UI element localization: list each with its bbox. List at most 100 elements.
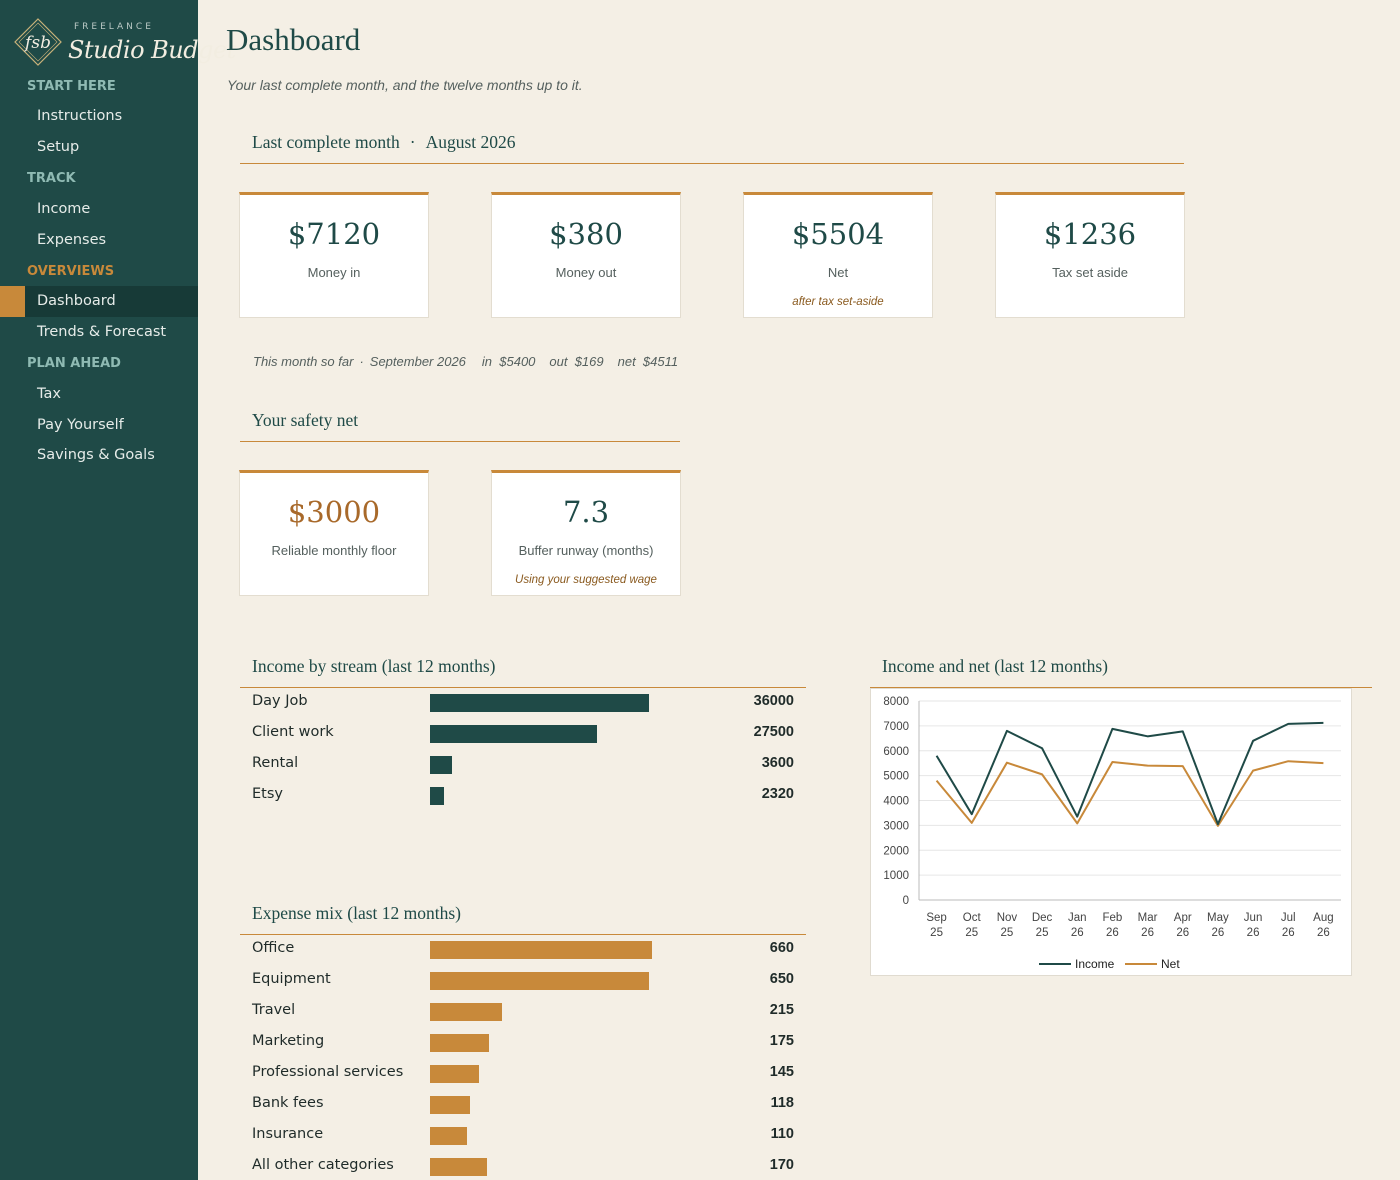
x-tick-label: Oct 25 bbox=[963, 912, 982, 939]
money-in-card: $7120 Money in bbox=[239, 192, 429, 318]
x-tick-label: Nov 25 bbox=[997, 912, 1018, 939]
tax-set-aside-value: $1236 bbox=[1043, 217, 1137, 251]
sidebar: fsb FREELANCE Studio Budget START HERE I… bbox=[0, 0, 236, 1180]
income-stream-name: Etsy bbox=[252, 786, 283, 802]
income-stream-row: Rental 3600 bbox=[240, 749, 806, 780]
expense-category-name: Equipment bbox=[252, 971, 331, 987]
last-month-heading-label: Last complete month bbox=[252, 132, 400, 152]
expense-category-value: 170 bbox=[769, 1157, 794, 1173]
so-far-month: September 2026 bbox=[369, 354, 466, 369]
safety-net-heading-label: Your safety net bbox=[252, 410, 359, 430]
income-stream-bar bbox=[430, 787, 445, 805]
brand-tagline: FREELANCE bbox=[74, 22, 154, 32]
expense-category-bar bbox=[430, 1034, 489, 1052]
net-label: Net bbox=[827, 265, 849, 280]
nav-item-pay-yourself[interactable]: Pay Yourself bbox=[0, 410, 198, 441]
nav-item-tax[interactable]: Tax bbox=[0, 379, 198, 410]
x-tick-label: Jun 26 bbox=[1244, 912, 1263, 939]
expense-category-value: 660 bbox=[769, 940, 794, 956]
last-month-heading: Last complete month · August 2026 bbox=[240, 132, 1184, 164]
expense-category-name: Professional services bbox=[252, 1064, 404, 1080]
last-month-heading-month: August 2026 bbox=[425, 132, 516, 152]
net-value: $5504 bbox=[791, 217, 885, 251]
expense-category-name: Marketing bbox=[252, 1033, 325, 1049]
expense-category-bar bbox=[430, 1158, 488, 1176]
income-stream-heading-label: Income by stream (last 12 months) bbox=[252, 656, 496, 676]
expense-category-row: Office 660 bbox=[240, 934, 806, 965]
income-stream-value: 3600 bbox=[761, 755, 794, 771]
income-stream-name: Client work bbox=[252, 724, 334, 740]
y-tick-label: 2000 bbox=[883, 845, 909, 857]
nav-item-expenses[interactable]: Expenses bbox=[0, 225, 198, 256]
income-stream-heading: Income by stream (last 12 months) bbox=[240, 656, 806, 688]
tax-set-aside-card: $1236 Tax set aside bbox=[995, 192, 1185, 318]
money-out-value: $380 bbox=[549, 217, 623, 251]
nav-item-trends-forecast[interactable]: Trends & Forecast bbox=[0, 317, 198, 348]
nav-item-savings-goals[interactable]: Savings & Goals bbox=[0, 440, 198, 471]
nav-item-income[interactable]: Income bbox=[0, 194, 198, 225]
nav-section-start-here: START HERE bbox=[27, 79, 116, 94]
expense-category-row: Bank fees 118 bbox=[240, 1089, 806, 1120]
nav-item-setup[interactable]: Setup bbox=[0, 132, 198, 163]
expense-category-name: Travel bbox=[252, 1002, 296, 1018]
expense-category-value: 110 bbox=[770, 1126, 794, 1142]
expense-category-bar bbox=[430, 1003, 503, 1021]
buffer-runway-value: 7.3 bbox=[562, 495, 610, 529]
income-stream-bar bbox=[430, 694, 649, 712]
expense-category-row: Marketing 175 bbox=[240, 1027, 806, 1058]
expense-mix-heading-label: Expense mix (last 12 months) bbox=[252, 903, 462, 923]
money-out-card: $380 Money out bbox=[491, 192, 681, 318]
y-tick-label: 7000 bbox=[883, 721, 909, 733]
so-far-label: This month so far bbox=[253, 354, 354, 369]
x-tick-label: May 26 bbox=[1207, 912, 1229, 939]
buffer-runway-label: Buffer runway (months) bbox=[518, 543, 654, 558]
x-tick-label: Dec 25 bbox=[1032, 912, 1053, 939]
monthly-floor-value: $3000 bbox=[287, 495, 381, 529]
buffer-runway-note: Using your suggested wage bbox=[515, 574, 657, 586]
nav-item-dashboard[interactable]: Dashboard bbox=[0, 286, 198, 317]
so-far-net: net $4511 bbox=[617, 354, 679, 369]
brand-logo[interactable]: fsb FREELANCE Studio Budget bbox=[6, 12, 236, 76]
income-stream-value: 36000 bbox=[753, 693, 794, 709]
x-tick-label: Mar 26 bbox=[1138, 912, 1158, 939]
heading-separator: · bbox=[409, 132, 416, 152]
expense-category-value: 650 bbox=[769, 971, 794, 987]
page-title: Dashboard bbox=[226, 22, 361, 57]
so-far-separator: · bbox=[359, 354, 364, 369]
x-tick-label: Aug 26 bbox=[1313, 912, 1333, 939]
income-stream-row: Day Job 36000 bbox=[240, 687, 806, 718]
expense-category-value: 145 bbox=[769, 1064, 794, 1080]
expense-category-row: Equipment 650 bbox=[240, 965, 806, 996]
net-card: $5504 Net after tax set-aside bbox=[743, 192, 933, 318]
y-tick-label: 4000 bbox=[883, 796, 909, 808]
nav-section-overviews: OVERVIEWS bbox=[27, 264, 115, 279]
expense-category-bar bbox=[430, 1065, 479, 1083]
logo-diamond-icon: fsb bbox=[14, 18, 62, 66]
money-out-label: Money out bbox=[555, 265, 617, 280]
monthly-floor-card: $3000 Reliable monthly floor bbox=[239, 470, 429, 596]
income-net-chart-heading: Income and net (last 12 months) bbox=[870, 656, 1372, 688]
nav-item-instructions[interactable]: Instructions bbox=[0, 101, 198, 132]
y-tick-label: 6000 bbox=[883, 746, 909, 758]
income-net-chart: 0 1000 2000 3000 4000 5000 6000 7000 8000 Sep 25 Oc… bbox=[870, 688, 1352, 976]
x-tick-label: Feb 26 bbox=[1103, 912, 1123, 939]
income-stream-name: Day Job bbox=[252, 693, 308, 709]
income-stream-value: 2320 bbox=[761, 786, 794, 802]
expense-category-name: Insurance bbox=[252, 1126, 324, 1142]
expense-category-value: 118 bbox=[770, 1095, 794, 1111]
expense-category-value: 175 bbox=[769, 1033, 794, 1049]
expense-category-bar bbox=[430, 1096, 470, 1114]
nav-section-track: TRACK bbox=[27, 171, 76, 186]
so-far-out: out $169 bbox=[549, 354, 604, 369]
income-net-chart-heading-label: Income and net (last 12 months) bbox=[882, 656, 1108, 676]
expense-category-name: All other categories bbox=[252, 1157, 394, 1173]
expense-category-row: Insurance 110 bbox=[240, 1120, 806, 1151]
expense-category-name: Bank fees bbox=[252, 1095, 324, 1111]
tax-set-aside-label: Tax set aside bbox=[1052, 265, 1128, 280]
safety-net-heading: Your safety net bbox=[240, 410, 680, 442]
expense-category-bar bbox=[430, 972, 649, 990]
x-tick-label: Jul 26 bbox=[1281, 912, 1296, 939]
legend-label-net: Net bbox=[1161, 957, 1180, 971]
expense-category-row: All other categories 170 bbox=[240, 1151, 806, 1180]
so-far-in: in $5400 bbox=[481, 354, 536, 369]
